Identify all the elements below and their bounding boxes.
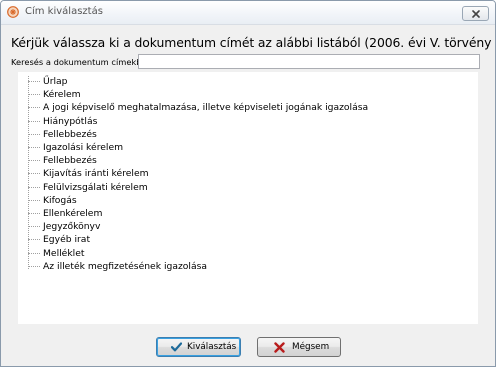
document-app-icon [7, 6, 19, 18]
tree-branch-line [28, 239, 40, 241]
tree-branch-line [28, 160, 40, 162]
list-item-label: Hiánypótlás [43, 115, 98, 127]
checkmark-icon [171, 342, 182, 352]
tree-branch-line [28, 107, 40, 109]
search-input[interactable] [138, 54, 480, 69]
close-icon [472, 10, 480, 18]
select-button-label: Kiválasztás [187, 342, 237, 352]
tree-branch-line [28, 147, 40, 148]
tree-branch-line [28, 226, 40, 228]
tree-branch-line [28, 213, 40, 214]
x-icon [274, 342, 285, 353]
list-item-label: Fellebbezés [43, 128, 97, 140]
tree-branch-line [28, 186, 40, 188]
list-item-label: Kifogás [43, 194, 77, 206]
tree-branch-line [28, 173, 40, 175]
window-title: Cím kiválasztás [25, 6, 103, 17]
search-label: Keresés a dokumentum címekben: [11, 57, 155, 67]
tree-branch-line [28, 265, 40, 267]
list-item-label: Fellebbezés [43, 155, 97, 167]
title-bar[interactable]: Cím kiválasztás [1, 1, 495, 25]
select-button[interactable]: Kiválasztás [156, 337, 241, 357]
list-item-label: Ellenkérelem [43, 208, 103, 219]
tree-branch-line [28, 199, 40, 201]
cancel-button[interactable]: Mégsem [257, 337, 341, 357]
tree-branch-line [28, 120, 40, 122]
list-item-label: Felülvizsgálati kérelem [43, 181, 148, 193]
tree-branch-line [28, 133, 40, 135]
list-item-label: Melléklet [43, 247, 85, 259]
list-item-label: Egyéb irat [43, 234, 91, 246]
tree-branch-line [28, 94, 40, 96]
dialog-heading: Kérjük válassza ki a dokumentum címét az… [11, 35, 496, 50]
list-item-label: Űrlap [43, 76, 68, 87]
title-list[interactable]: Űrlap Kérelem A jogi képviselő meghatalmaz… [18, 72, 478, 324]
cancel-button-label: Mégsem [292, 342, 330, 352]
tree-branch-line [28, 252, 40, 254]
list-item-label: Igazolási kérelem [43, 142, 124, 153]
list-item-label: A jogi képviselő meghatalmazása, illetve… [43, 102, 369, 114]
list-item-label: Jegyzőkönyv [43, 221, 101, 233]
list-item-label: Kérelem [43, 89, 81, 101]
tree-branch-line [28, 81, 40, 82]
close-button[interactable] [462, 6, 489, 21]
dialog-window: Cím kiválasztás Kérjük válassza ki a dok… [0, 0, 496, 367]
list-item-label: Kijavítás iránti kérelem [43, 168, 149, 180]
list-item-label: Az illeték megfizetésének igazolása [43, 260, 207, 272]
